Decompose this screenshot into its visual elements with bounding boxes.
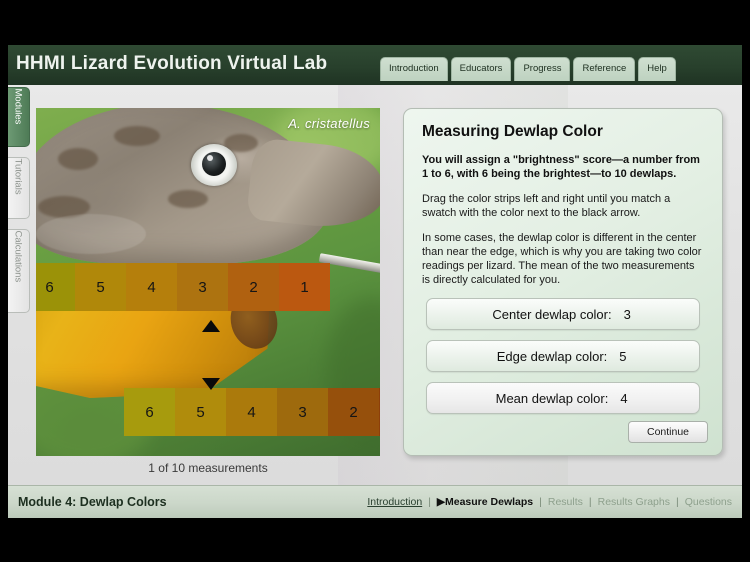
field-value: 5 xyxy=(619,349,629,364)
species-name-label: A. cristatellus xyxy=(288,116,370,131)
continue-button[interactable]: Continue xyxy=(628,421,708,443)
field-value: 3 xyxy=(624,307,634,322)
sidebar-item-label: Tutorials xyxy=(13,159,24,221)
page-title: HHMI Lizard Evolution Virtual Lab xyxy=(16,53,327,75)
up-arrow-icon xyxy=(202,320,220,332)
head-blotch xyxy=(168,190,208,208)
footer-nav-results: Results xyxy=(548,496,583,508)
footer-nav-questions: Questions xyxy=(685,496,732,508)
sidebar-item-tutorials[interactable]: Tutorials xyxy=(8,157,30,219)
color-swatch[interactable]: 6 xyxy=(36,263,75,311)
nav-separator: | xyxy=(589,496,592,508)
application-window: HHMI Lizard Evolution Virtual Lab Introd… xyxy=(0,0,750,562)
lizard-eye-glint xyxy=(207,155,213,161)
footer-nav-results-graphs: Results Graphs xyxy=(598,496,670,508)
field-label: Center dewlap color: xyxy=(492,307,611,322)
tab-reference[interactable]: Reference xyxy=(573,57,635,81)
lizard-photograph: A. cristatellus 6 5 4 3 2 1 6 5 4 3 2 xyxy=(36,108,380,456)
color-swatch[interactable]: 5 xyxy=(175,388,226,436)
head-blotch xyxy=(58,148,98,170)
nav-separator: | xyxy=(676,496,679,508)
color-swatch[interactable]: 3 xyxy=(177,263,228,311)
sidebar-item-label: Calculations xyxy=(13,231,24,315)
tab-introduction[interactable]: Introduction xyxy=(380,57,448,81)
color-swatch[interactable]: 2 xyxy=(328,388,379,436)
tab-help[interactable]: Help xyxy=(638,57,676,81)
module-title: Module 4: Dewlap Colors xyxy=(18,495,167,509)
footer-navigation: Introduction | ▶Measure Dewlaps | Result… xyxy=(367,496,732,508)
top-tab-bar: Introduction Educators Progress Referenc… xyxy=(380,57,676,81)
field-label: Mean dewlap color: xyxy=(496,391,609,406)
panel-instruction-text: Drag the color strips left and right unt… xyxy=(422,192,704,220)
main-content-area: Modules Tutorials Calculations xyxy=(8,85,742,485)
color-swatch[interactable]: 2 xyxy=(228,263,279,311)
mean-dewlap-color-field: Mean dewlap color: 4 xyxy=(426,382,700,414)
color-swatch[interactable]: 4 xyxy=(226,388,277,436)
color-swatch[interactable]: 4 xyxy=(126,263,177,311)
panel-title: Measuring Dewlap Color xyxy=(422,123,704,141)
color-swatch[interactable]: 5 xyxy=(75,263,126,311)
footer-bar: Module 4: Dewlap Colors Introduction | ▶… xyxy=(8,485,742,518)
measurement-counter: 1 of 10 measurements xyxy=(36,461,380,475)
field-label: Edge dewlap color: xyxy=(497,349,608,364)
footer-nav-measure-dewlaps[interactable]: ▶Measure Dewlaps xyxy=(437,496,533,508)
sidebar-tab-rail: Modules Tutorials Calculations xyxy=(8,85,32,415)
edge-color-strip[interactable]: 6 5 4 3 2 xyxy=(124,388,380,436)
lizard-eye-pupil xyxy=(202,152,226,176)
nav-separator: | xyxy=(428,496,431,508)
scale-texture xyxy=(36,214,146,254)
color-swatch[interactable] xyxy=(379,388,380,436)
color-swatch[interactable]: 3 xyxy=(277,388,328,436)
sidebar-item-calculations[interactable]: Calculations xyxy=(8,229,30,313)
center-dewlap-color-field[interactable]: Center dewlap color: 3 xyxy=(426,298,700,330)
panel-detail-text: In some cases, the dewlap color is diffe… xyxy=(422,231,704,287)
header-bar: HHMI Lizard Evolution Virtual Lab Introd… xyxy=(8,45,742,85)
lizard-photo-panel: A. cristatellus 6 5 4 3 2 1 6 5 4 3 2 xyxy=(36,108,380,456)
tab-progress[interactable]: Progress xyxy=(514,57,570,81)
tab-educators[interactable]: Educators xyxy=(451,57,512,81)
sidebar-item-modules[interactable]: Modules xyxy=(8,87,30,147)
field-value: 4 xyxy=(620,391,630,406)
footer-nav-introduction[interactable]: Introduction xyxy=(367,496,422,508)
edge-dewlap-color-field[interactable]: Edge dewlap color: 5 xyxy=(426,340,700,372)
nav-separator: | xyxy=(539,496,542,508)
color-swatch[interactable]: 1 xyxy=(279,263,330,311)
down-arrow-icon xyxy=(202,378,220,390)
color-swatch[interactable]: 6 xyxy=(124,388,175,436)
instruction-panel: Measuring Dewlap Color You will assign a… xyxy=(403,108,723,456)
sidebar-item-label: Modules xyxy=(13,89,24,149)
head-blotch xyxy=(114,126,160,146)
center-color-strip[interactable]: 6 5 4 3 2 1 xyxy=(36,263,330,311)
panel-intro-text: You will assign a "brightness" score—a n… xyxy=(422,153,704,181)
